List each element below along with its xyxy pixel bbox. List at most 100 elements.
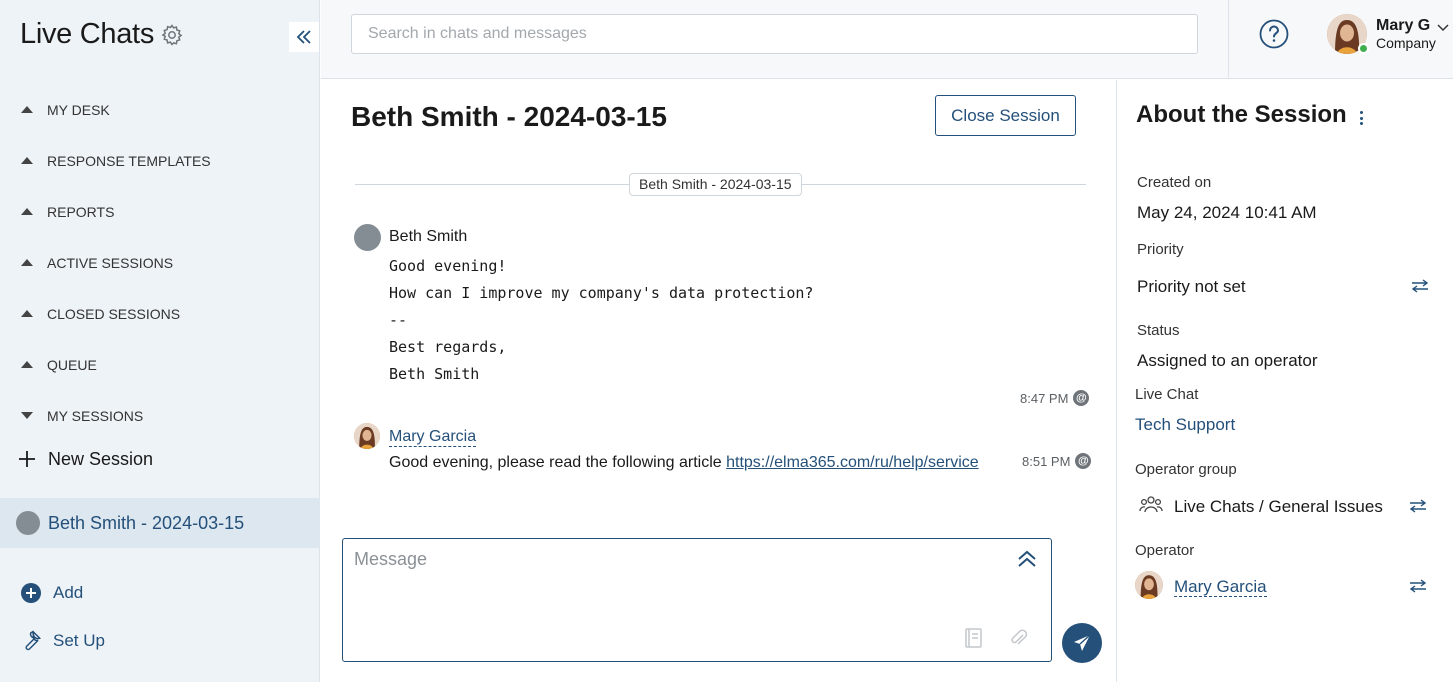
- message-line: Beth Smith: [389, 365, 480, 383]
- message-body: Good evening! How can I improve my compa…: [389, 253, 813, 388]
- livechat-label: Live Chat: [1135, 386, 1199, 403]
- priority-value: Priority not set: [1137, 277, 1246, 296]
- gear-icon[interactable]: [160, 23, 184, 47]
- session-list-item[interactable]: Beth Smith - 2024-03-15: [0, 498, 320, 548]
- message-line: Good evening!: [389, 257, 507, 275]
- message-line: Best regards,: [389, 338, 507, 356]
- collapsed-triangle-icon: [20, 207, 34, 216]
- collapsed-triangle-icon: [20, 360, 34, 369]
- chat-pane: Beth Smith - 2024-03-15 Close Session Be…: [321, 80, 1116, 682]
- session-info-panel: About the Session Created on May 24, 202…: [1116, 80, 1453, 682]
- sidebar-item-active-sessions[interactable]: ACTIVE SESSIONS: [0, 237, 320, 288]
- paperclip-icon[interactable]: [1007, 627, 1029, 649]
- template-icon[interactable]: [963, 627, 985, 649]
- avatar: [1135, 571, 1163, 599]
- help-icon[interactable]: [1259, 19, 1289, 49]
- expanded-triangle-icon: [20, 411, 34, 420]
- sidebar-item-label: RESPONSE TEMPLATES: [47, 152, 211, 169]
- message-time: 8:51 PM @: [1022, 453, 1092, 469]
- priority-label: Priority: [1137, 241, 1184, 258]
- operator-group-value: Live Chats / General Issues: [1174, 497, 1383, 516]
- message-composer: [342, 538, 1052, 662]
- user-company: Company: [1376, 35, 1436, 52]
- avatar: [354, 423, 380, 449]
- status-value: Assigned to an operator: [1137, 351, 1318, 370]
- divider: [1228, 0, 1229, 79]
- sidebar-item-closed-sessions[interactable]: CLOSED SESSIONS: [0, 288, 320, 339]
- email-channel-icon: @: [1075, 453, 1092, 469]
- message-link[interactable]: https://elma365.com/ru/help/service: [726, 454, 979, 471]
- paper-plane-icon: [1074, 634, 1091, 651]
- operator-group-label: Operator group: [1135, 461, 1237, 478]
- operator-link[interactable]: Mary Garcia: [1174, 577, 1267, 597]
- email-channel-icon: @: [1073, 390, 1090, 406]
- sidebar: Live Chats MY DESK RESPONSE TEMPLATES RE…: [0, 0, 320, 682]
- chevron-down-icon: [1437, 24, 1449, 32]
- wrench-icon: [20, 630, 42, 652]
- plus-circle-icon: [20, 582, 42, 604]
- add-label: Add: [53, 583, 84, 602]
- collapsed-triangle-icon: [20, 105, 34, 114]
- message-time: 8:47 PM @: [1020, 390, 1090, 406]
- sidebar-item-queue[interactable]: QUEUE: [0, 339, 320, 390]
- status-label: Status: [1137, 322, 1180, 339]
- sidebar-item-label: REPORTS: [47, 203, 115, 220]
- sidebar-item-label: MY DESK: [47, 101, 110, 118]
- collapse-sidebar-button[interactable]: [289, 22, 319, 52]
- new-session-button[interactable]: New Session: [16, 448, 153, 470]
- operator-label: Operator: [1135, 542, 1195, 559]
- setup-button[interactable]: Set Up: [20, 630, 105, 652]
- add-button[interactable]: Add: [20, 582, 83, 604]
- swap-arrows-icon[interactable]: [1411, 279, 1429, 293]
- sidebar-item-label: ACTIVE SESSIONS: [47, 254, 174, 271]
- message-author-link[interactable]: Mary Garcia: [389, 428, 477, 447]
- expand-composer-button[interactable]: [1015, 547, 1039, 571]
- sidebar-item-response-templates[interactable]: RESPONSE TEMPLATES: [0, 135, 320, 186]
- message-time-text: 8:51 PM: [1022, 453, 1071, 469]
- collapsed-triangle-icon: [20, 258, 34, 267]
- message-text: Good evening, please read the following …: [389, 454, 722, 471]
- avatar: [1327, 14, 1369, 54]
- message-input[interactable]: [343, 539, 1003, 619]
- plus-icon: [16, 448, 38, 470]
- created-value: May 24, 2024 10:41 AM: [1137, 203, 1317, 222]
- avatar: [354, 224, 381, 251]
- online-status-dot: [1358, 43, 1369, 54]
- sidebar-item-label: QUEUE: [47, 356, 97, 373]
- sidebar-item-label: CLOSED SESSIONS: [47, 305, 181, 322]
- swap-arrows-icon[interactable]: [1409, 499, 1427, 513]
- sidebar-item-reports[interactable]: REPORTS: [0, 186, 320, 237]
- created-label: Created on: [1137, 174, 1212, 191]
- close-session-button[interactable]: Close Session: [935, 95, 1076, 136]
- sidebar-item-my-sessions[interactable]: MY SESSIONS: [0, 390, 320, 441]
- collapsed-triangle-icon: [20, 156, 34, 165]
- message-line: --: [389, 311, 408, 329]
- message-time-text: 8:47 PM: [1020, 390, 1069, 406]
- sidebar-item-label: MY SESSIONS: [47, 407, 144, 424]
- info-title: About the Session: [1136, 101, 1347, 128]
- app-title-text: Live Chats: [20, 18, 155, 50]
- user-name: Mary G: [1376, 16, 1431, 34]
- send-button[interactable]: [1062, 623, 1102, 663]
- message-body: Good evening, please read the following …: [389, 454, 979, 472]
- avatar: [16, 511, 40, 535]
- new-session-label: New Session: [48, 448, 154, 469]
- chat-title: Beth Smith - 2024-03-15: [351, 101, 667, 132]
- double-chevron-left-icon: [296, 30, 311, 44]
- topbar: Mary G Company: [321, 0, 1453, 79]
- app-title: Live Chats: [20, 18, 184, 51]
- users-group-icon: [1139, 496, 1163, 513]
- double-chevron-up-icon: [1018, 550, 1036, 567]
- more-options-icon[interactable]: [1355, 108, 1367, 128]
- sidebar-item-my-desk[interactable]: MY DESK: [0, 84, 320, 135]
- session-item-label: Beth Smith - 2024-03-15: [48, 512, 245, 533]
- user-menu[interactable]: Mary G Company: [1327, 14, 1449, 54]
- collapsed-triangle-icon: [20, 309, 34, 318]
- sidebar-nav: MY DESK RESPONSE TEMPLATES REPORTS ACTIV…: [0, 84, 320, 441]
- search-input[interactable]: [351, 14, 1198, 54]
- message-author: Beth Smith: [389, 228, 468, 245]
- setup-label: Set Up: [53, 631, 105, 650]
- livechat-link[interactable]: Tech Support: [1135, 415, 1235, 435]
- message-line: How can I improve my company's data prot…: [389, 284, 814, 302]
- swap-arrows-icon[interactable]: [1409, 579, 1427, 593]
